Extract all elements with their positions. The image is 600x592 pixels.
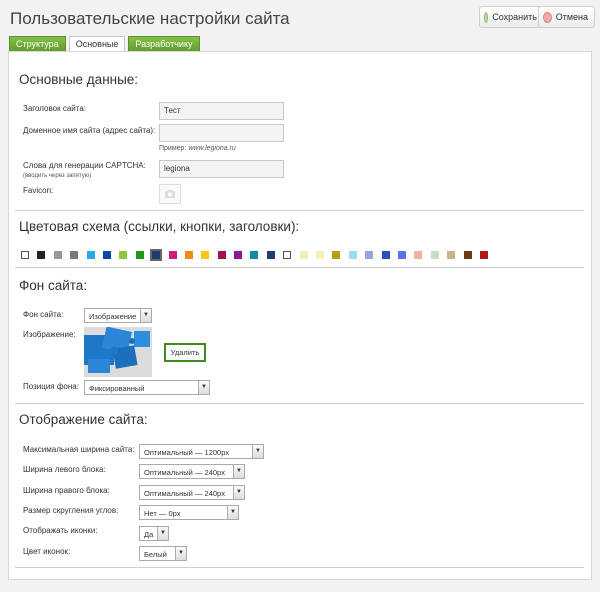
- bg-image-label: Изображение:: [23, 330, 76, 339]
- color-swatch[interactable]: [348, 251, 357, 259]
- bg-type-label: Фон сайта:: [23, 310, 64, 319]
- bg-image-preview: [84, 327, 152, 377]
- settings-panel: Основные данные: Заголовок сайта: Тест Д…: [8, 51, 592, 580]
- page-title: Пользовательские настройки сайта: [10, 9, 290, 28]
- site-title-input[interactable]: Тест: [159, 102, 284, 120]
- favicon-upload[interactable]: [159, 184, 181, 204]
- color-swatch[interactable]: [119, 251, 128, 259]
- color-swatch[interactable]: [283, 251, 292, 259]
- background-heading: Фон сайта:: [19, 278, 88, 293]
- color-swatch[interactable]: [332, 251, 341, 259]
- max-width-select[interactable]: Оптимальный — 1200px ▼: [139, 444, 264, 459]
- site-title-label: Заголовок сайта:: [23, 104, 86, 113]
- cancel-button-label: Отмена: [555, 12, 588, 22]
- chevron-down-icon: ▼: [140, 309, 151, 322]
- color-swatch[interactable]: [150, 249, 163, 261]
- left-width-select[interactable]: Оптимальный — 240px ▼: [139, 464, 245, 479]
- chevron-down-icon: ▼: [227, 506, 238, 519]
- tab-structure[interactable]: Структура: [9, 36, 66, 52]
- color-swatch[interactable]: [21, 251, 29, 259]
- color-swatch[interactable]: [135, 251, 144, 259]
- icon-color-select[interactable]: Белый ▼: [139, 546, 187, 561]
- domain-hint: Пример: www.legiona.ru: [159, 145, 236, 152]
- color-swatch[interactable]: [53, 251, 62, 259]
- show-icons-select[interactable]: Да ▼: [139, 526, 169, 541]
- bg-position-select[interactable]: Фиксированный ▼: [84, 380, 210, 395]
- max-width-label: Максимальная ширина сайта:: [23, 445, 135, 454]
- color-swatch[interactable]: [234, 251, 243, 259]
- color-swatch[interactable]: [479, 251, 488, 259]
- color-scheme-heading: Цветовая схема (ссылки, кнопки, заголовк…: [19, 219, 300, 234]
- radius-value: Нет — 0px: [144, 509, 181, 518]
- color-swatch[interactable]: [201, 251, 210, 259]
- captcha-note: (вводить через запятую): [23, 173, 92, 179]
- show-icons-label: Отображать иконки:: [23, 526, 98, 535]
- divider: [15, 267, 584, 268]
- cancel-button[interactable]: Отмена: [538, 6, 595, 28]
- right-width-value: Оптимальный — 240px: [144, 489, 225, 498]
- domain-hint-example: www.legiona.ru: [188, 145, 236, 152]
- divider: [15, 403, 584, 404]
- left-width-value: Оптимальный — 240px: [144, 468, 225, 477]
- color-swatch[interactable]: [430, 251, 439, 259]
- chevron-down-icon: ▼: [157, 527, 168, 540]
- show-icons-value: Да: [144, 530, 154, 539]
- radius-label: Размер скругления углов:: [23, 506, 119, 515]
- color-swatches: [21, 249, 496, 261]
- divider: [15, 567, 584, 568]
- color-swatch[interactable]: [86, 251, 95, 259]
- icon-color-value: Белый: [144, 550, 167, 559]
- captcha-input[interactable]: legiona: [159, 160, 284, 178]
- bg-position-label: Позиция фона:: [23, 382, 79, 391]
- color-swatch[interactable]: [397, 251, 406, 259]
- chevron-down-icon: ▼: [233, 486, 244, 499]
- right-width-label: Ширина правого блока:: [23, 486, 110, 495]
- color-swatch[interactable]: [184, 251, 193, 259]
- delete-image-button[interactable]: Удалить: [164, 343, 206, 362]
- domain-input[interactable]: [159, 124, 284, 142]
- bg-position-value: Фиксированный: [89, 384, 145, 393]
- save-button[interactable]: Сохранить: [479, 6, 544, 28]
- color-swatch[interactable]: [365, 251, 374, 259]
- icon-color-label: Цвет иконок:: [23, 547, 71, 556]
- chevron-down-icon: ▼: [175, 547, 186, 560]
- save-button-label: Сохранить: [492, 12, 537, 22]
- color-swatch[interactable]: [463, 251, 472, 259]
- domain-hint-prefix: Пример:: [159, 145, 187, 152]
- max-width-value: Оптимальный — 1200px: [144, 448, 230, 457]
- left-width-label: Ширина левого блока:: [23, 465, 106, 474]
- favicon-label: Favicon:: [23, 186, 54, 195]
- bg-type-select[interactable]: Изображение ▼: [84, 308, 152, 323]
- color-swatch[interactable]: [299, 251, 308, 259]
- tab-developer[interactable]: Разработчику: [128, 36, 200, 52]
- domain-label: Доменное имя сайта (адрес сайта):: [23, 126, 156, 135]
- chevron-down-icon: ▼: [198, 381, 209, 394]
- color-swatch[interactable]: [266, 251, 275, 259]
- color-swatch[interactable]: [381, 251, 390, 259]
- chevron-down-icon: ▼: [233, 465, 244, 478]
- color-swatch[interactable]: [37, 251, 46, 259]
- color-swatch[interactable]: [250, 251, 259, 259]
- captcha-label: Слова для генерации CAPTCHA:: [23, 161, 146, 170]
- color-swatch[interactable]: [447, 251, 456, 259]
- basic-heading: Основные данные:: [19, 72, 139, 87]
- color-swatch[interactable]: [414, 251, 423, 259]
- right-width-select[interactable]: Оптимальный — 240px ▼: [139, 485, 245, 500]
- cancel-icon: [543, 11, 552, 23]
- color-swatch[interactable]: [102, 251, 111, 259]
- color-swatch[interactable]: [217, 251, 226, 259]
- color-swatch[interactable]: [316, 251, 325, 259]
- camera-icon: [165, 190, 175, 198]
- display-heading: Отображение сайта:: [19, 412, 148, 427]
- color-swatch[interactable]: [70, 251, 79, 259]
- color-swatch[interactable]: [168, 251, 177, 259]
- check-icon: [484, 11, 489, 23]
- divider: [15, 210, 584, 211]
- puzzle-image: [84, 327, 152, 377]
- chevron-down-icon: ▼: [252, 445, 263, 458]
- radius-select[interactable]: Нет — 0px ▼: [139, 505, 239, 520]
- bg-type-value: Изображение: [89, 312, 137, 321]
